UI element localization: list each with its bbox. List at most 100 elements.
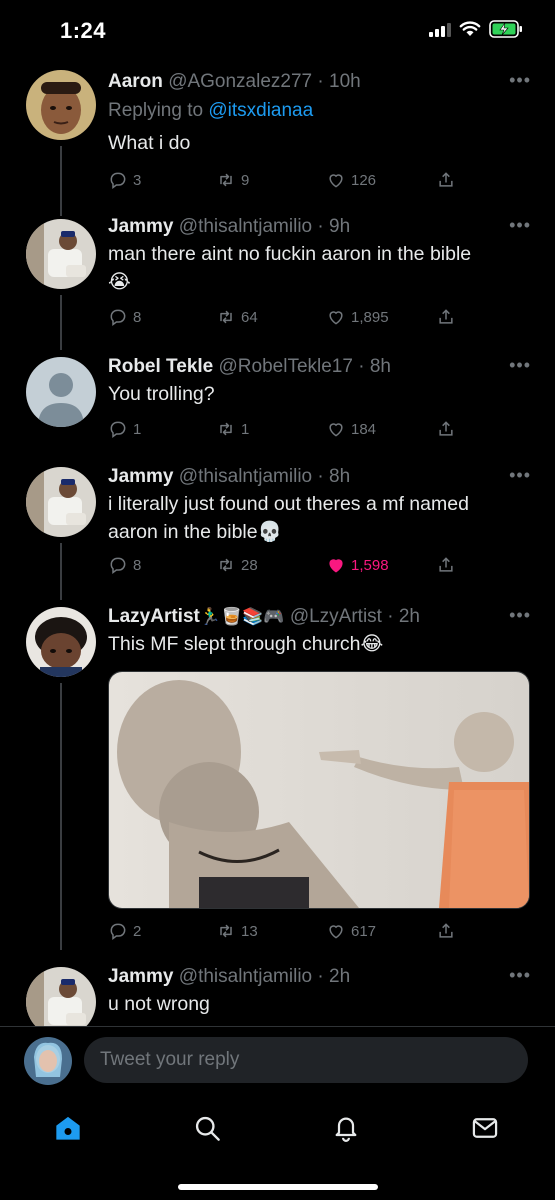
author-name[interactable]: Aaron bbox=[108, 71, 163, 92]
tweet-content: Jammy @thisalntjamilio · 9h ••• man ther… bbox=[108, 215, 531, 333]
avatar[interactable] bbox=[26, 70, 96, 140]
reply-count: 2 bbox=[133, 922, 142, 940]
author-handle[interactable]: @thisalntjamilio bbox=[179, 216, 312, 237]
reply-input[interactable] bbox=[84, 1037, 528, 1083]
share-button[interactable] bbox=[436, 170, 456, 190]
tweet-emoji: 😭 bbox=[108, 271, 131, 293]
more-options-icon[interactable]: ••• bbox=[509, 215, 531, 236]
avatar[interactable] bbox=[26, 607, 96, 677]
tweet-header: Jammy @thisalntjamilio · 2h bbox=[108, 966, 351, 987]
tweet-time: 2h bbox=[398, 606, 420, 627]
tweet-header: Aaron @AGonzalez277 · 10h bbox=[108, 71, 361, 92]
more-options-icon[interactable]: ••• bbox=[509, 465, 531, 486]
retweet-button[interactable]: 9 bbox=[216, 170, 249, 190]
tweet-time: 8h bbox=[369, 356, 391, 377]
tweet-item[interactable]: LazyArtist🏃‍♂️🥃📚🎮 @LzyArtist · 2h ••• Th… bbox=[0, 605, 555, 950]
retweet-icon bbox=[220, 310, 232, 324]
tab-notifications[interactable] bbox=[326, 1108, 366, 1148]
status-icons bbox=[429, 20, 523, 38]
retweet-button[interactable]: 64 bbox=[216, 307, 258, 327]
author-handle[interactable]: @LzyArtist bbox=[290, 606, 382, 627]
like-count: 126 bbox=[351, 171, 377, 189]
like-count: 184 bbox=[351, 420, 377, 438]
battery-charging-icon bbox=[489, 20, 522, 38]
reply-icon bbox=[110, 309, 126, 326]
more-options-icon[interactable]: ••• bbox=[509, 70, 531, 91]
reply-button[interactable]: 8 bbox=[108, 555, 141, 575]
like-count: 1,598 bbox=[351, 556, 389, 574]
like-button[interactable]: 184 bbox=[326, 419, 376, 439]
tab-home[interactable] bbox=[48, 1108, 88, 1148]
tweet-time: 8h bbox=[329, 466, 351, 487]
avatar[interactable] bbox=[26, 219, 96, 289]
more-options-icon[interactable]: ••• bbox=[509, 355, 531, 376]
author-name[interactable]: Jammy bbox=[108, 466, 174, 487]
search-icon bbox=[195, 1116, 220, 1141]
like-button[interactable]: 1,598 bbox=[326, 555, 389, 575]
retweet-icon bbox=[220, 558, 232, 572]
retweet-count: 1 bbox=[241, 420, 250, 438]
like-count: 1,895 bbox=[351, 308, 389, 326]
tweet-text: u not wrong bbox=[108, 993, 210, 1015]
tweet-actions: 8 28 1,598 bbox=[108, 555, 531, 581]
tweet-media-image[interactable] bbox=[108, 671, 530, 909]
author-handle[interactable]: @thisalntjamilio bbox=[179, 966, 312, 987]
avatar[interactable] bbox=[26, 967, 96, 1026]
retweet-icon bbox=[220, 173, 232, 187]
reply-button[interactable]: 2 bbox=[108, 921, 141, 941]
tab-messages[interactable] bbox=[465, 1108, 505, 1148]
status-time: 1:24 bbox=[60, 18, 107, 43]
author-name[interactable]: LazyArtist bbox=[108, 606, 200, 627]
like-button[interactable]: 617 bbox=[326, 921, 376, 941]
tweet-item[interactable]: Jammy @thisalntjamilio · 2h ••• u not wr… bbox=[0, 965, 555, 1026]
tweet-time: 2h bbox=[329, 966, 351, 987]
my-avatar[interactable] bbox=[24, 1037, 72, 1085]
share-button[interactable] bbox=[436, 921, 456, 941]
avatar[interactable] bbox=[26, 467, 96, 537]
reply-button[interactable]: 1 bbox=[108, 419, 141, 439]
author-handle[interactable]: @RobelTekle17 bbox=[219, 356, 353, 377]
tab-explore[interactable] bbox=[187, 1108, 227, 1148]
bottom-tab-bar bbox=[0, 1094, 555, 1200]
name-emoji: 🏃‍♂️🥃📚🎮 bbox=[199, 607, 285, 626]
reply-button[interactable]: 3 bbox=[108, 170, 141, 190]
tweet-item[interactable]: Aaron @AGonzalez277 · 10h ••• Replying t… bbox=[0, 70, 555, 216]
mention-link[interactable]: @itsxdianaa bbox=[208, 100, 313, 121]
tweet-item[interactable]: Robel Tekle @RobelTekle17 · 8h ••• You t… bbox=[0, 355, 555, 465]
author-handle[interactable]: @AGonzalez277 bbox=[168, 71, 312, 92]
share-button[interactable] bbox=[436, 555, 456, 575]
tweet-item[interactable]: Jammy @thisalntjamilio · 9h ••• man ther… bbox=[0, 215, 555, 350]
replying-to: Replying to @itsxdianaa bbox=[108, 100, 314, 121]
like-button[interactable]: 1,895 bbox=[326, 307, 389, 327]
tweet-time: 9h bbox=[329, 216, 351, 237]
tweet-text: This MF slept through church😂 bbox=[108, 633, 384, 655]
retweet-button[interactable]: 1 bbox=[216, 419, 249, 439]
heart-icon bbox=[329, 423, 343, 437]
retweet-button[interactable]: 13 bbox=[216, 921, 258, 941]
author-name[interactable]: Jammy bbox=[108, 216, 174, 237]
like-button[interactable]: 126 bbox=[326, 170, 376, 190]
retweet-button[interactable]: 28 bbox=[216, 555, 258, 575]
tweet-content: Jammy @thisalntjamilio · 2h ••• u not wr… bbox=[108, 965, 531, 1017]
more-options-icon[interactable]: ••• bbox=[509, 605, 531, 626]
retweet-icon bbox=[220, 422, 232, 436]
author-name[interactable]: Robel Tekle bbox=[108, 356, 213, 377]
more-options-icon[interactable]: ••• bbox=[509, 965, 531, 986]
home-indicator[interactable] bbox=[178, 1184, 378, 1190]
like-count: 617 bbox=[351, 922, 377, 940]
tweet-text-line: i literally just found out theres a mf n… bbox=[108, 493, 469, 515]
tweet-text: man there aint no fuckin aaron in the bi… bbox=[108, 243, 472, 265]
heart-icon bbox=[329, 311, 343, 325]
retweet-count: 9 bbox=[241, 171, 250, 189]
retweet-icon bbox=[220, 924, 232, 938]
avatar[interactable] bbox=[26, 357, 96, 427]
tweet-item[interactable]: Jammy @thisalntjamilio · 8h ••• i litera… bbox=[0, 465, 555, 600]
reply-button[interactable]: 8 bbox=[108, 307, 141, 327]
tweet-actions: 1 1 184 bbox=[108, 419, 531, 445]
tweet-content: LazyArtist🏃‍♂️🥃📚🎮 @LzyArtist · 2h ••• Th… bbox=[108, 605, 531, 947]
author-handle[interactable]: @thisalntjamilio bbox=[179, 466, 312, 487]
thread-line bbox=[60, 146, 62, 216]
share-button[interactable] bbox=[436, 419, 456, 439]
author-name[interactable]: Jammy bbox=[108, 966, 174, 987]
share-button[interactable] bbox=[436, 307, 456, 327]
